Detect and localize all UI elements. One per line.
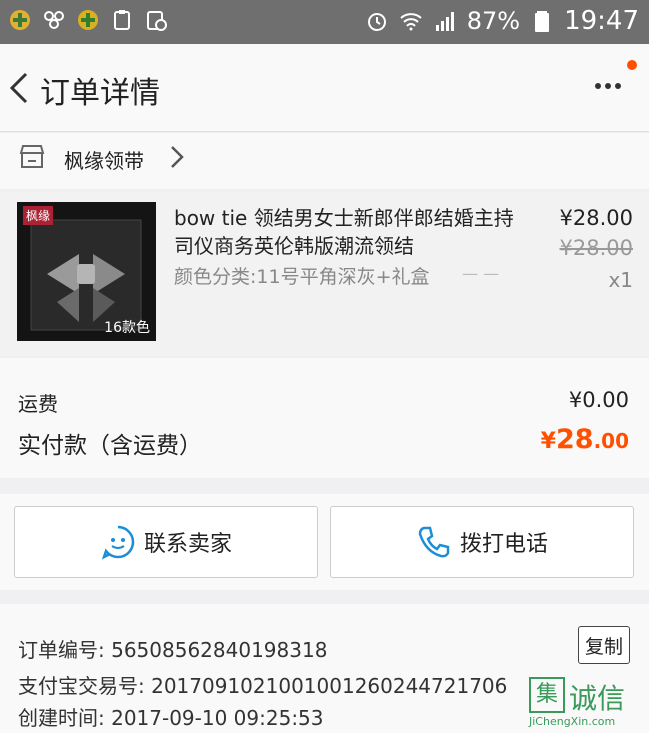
created-time: 创建时间: 2017-09-10 09:25:53 bbox=[18, 706, 324, 730]
battery-icon bbox=[535, 11, 550, 32]
contact-seller-button[interactable]: 联系卖家 bbox=[14, 506, 318, 578]
shipping-label: 运费 bbox=[18, 392, 58, 416]
paid-amount: ¥28.00 bbox=[541, 424, 629, 455]
page-title: 订单详情 bbox=[40, 76, 160, 111]
watermark-name: 诚信 bbox=[569, 682, 626, 715]
order-number: 订单编号: 56508562840198318 bbox=[18, 638, 328, 662]
shipping-value: ¥0.00 bbox=[568, 388, 629, 412]
plus-notification-icon bbox=[78, 10, 98, 30]
app-notification-icon bbox=[10, 10, 30, 30]
shop-name: 枫缘领带 bbox=[64, 149, 144, 173]
app-header: 订单详情 bbox=[0, 44, 649, 132]
back-arrow-icon[interactable] bbox=[4, 66, 34, 110]
paid-decimal: .00 bbox=[593, 429, 629, 453]
watermark-logo: 集 bbox=[529, 677, 565, 713]
status-bar: 87% 19:47 bbox=[0, 0, 649, 44]
paid-label: 实付款（含运费） bbox=[18, 433, 202, 459]
order-info: 订单编号: 56508562840198318 复制 支付宝交易号: 20170… bbox=[0, 604, 649, 733]
battery-percent: 87% bbox=[466, 7, 521, 35]
calendar-notification-icon bbox=[147, 11, 167, 31]
system-indicators: 87% 19:47 bbox=[365, 6, 639, 36]
product-thumbnail: 枫缘 16款色 bbox=[17, 202, 156, 341]
action-bar: 联系卖家 拨打电话 bbox=[0, 494, 649, 590]
product-sku: 颜色分类:11号平角深灰+礼盒 bbox=[174, 266, 430, 288]
more-icon[interactable] bbox=[593, 74, 623, 98]
watermark-url: JiChengXin.com bbox=[529, 715, 616, 728]
notification-icons bbox=[8, 8, 168, 32]
brand-badge: 枫缘 bbox=[23, 206, 54, 225]
phone-icon bbox=[418, 526, 450, 558]
signal-icon bbox=[435, 12, 454, 31]
shop-row[interactable]: 枫缘领带 bbox=[0, 133, 649, 189]
copy-button[interactable]: 复制 bbox=[578, 626, 630, 664]
color-count-label: 16款色 bbox=[104, 320, 150, 336]
product-title: bow tie 领结男女士新郎伴郎结婚主持司仪商务英伦韩版潮流领结 bbox=[174, 206, 514, 258]
call-button[interactable]: 拨打电话 bbox=[330, 506, 634, 578]
product-price: ¥28.00 bbox=[559, 206, 633, 230]
clock: 19:47 bbox=[564, 6, 639, 36]
link-notification-icon bbox=[44, 11, 64, 29]
product-quantity: x1 bbox=[608, 268, 633, 292]
wifi-icon bbox=[400, 13, 422, 31]
clipboard-notification-icon bbox=[114, 10, 130, 30]
alipay-transaction-number: 支付宝交易号: 2017091021001001260244721706 bbox=[18, 674, 508, 698]
notification-dot bbox=[627, 60, 637, 70]
product-item[interactable]: 枫缘 16款色 bow tie 领结男女士新郎伴郎结婚主持司仪商务英伦韩版潮流领… bbox=[0, 192, 649, 356]
chat-icon bbox=[101, 525, 135, 560]
product-original-price: ¥28.00 bbox=[559, 236, 633, 260]
watermark: 集 诚信 JiChengXin.com bbox=[529, 677, 641, 729]
paid-integer: 28 bbox=[555, 424, 594, 455]
chevron-right-icon bbox=[171, 146, 184, 168]
fee-summary: 运费 ¥0.00 实付款（含运费） ¥28.00 bbox=[0, 358, 649, 478]
sku-dash: — — bbox=[462, 264, 500, 283]
store-icon bbox=[19, 145, 45, 168]
contact-seller-label: 联系卖家 bbox=[143, 532, 232, 557]
paid-currency: ¥ bbox=[540, 429, 556, 454]
call-label: 拨打电话 bbox=[459, 532, 548, 557]
alarm-icon bbox=[367, 13, 386, 31]
